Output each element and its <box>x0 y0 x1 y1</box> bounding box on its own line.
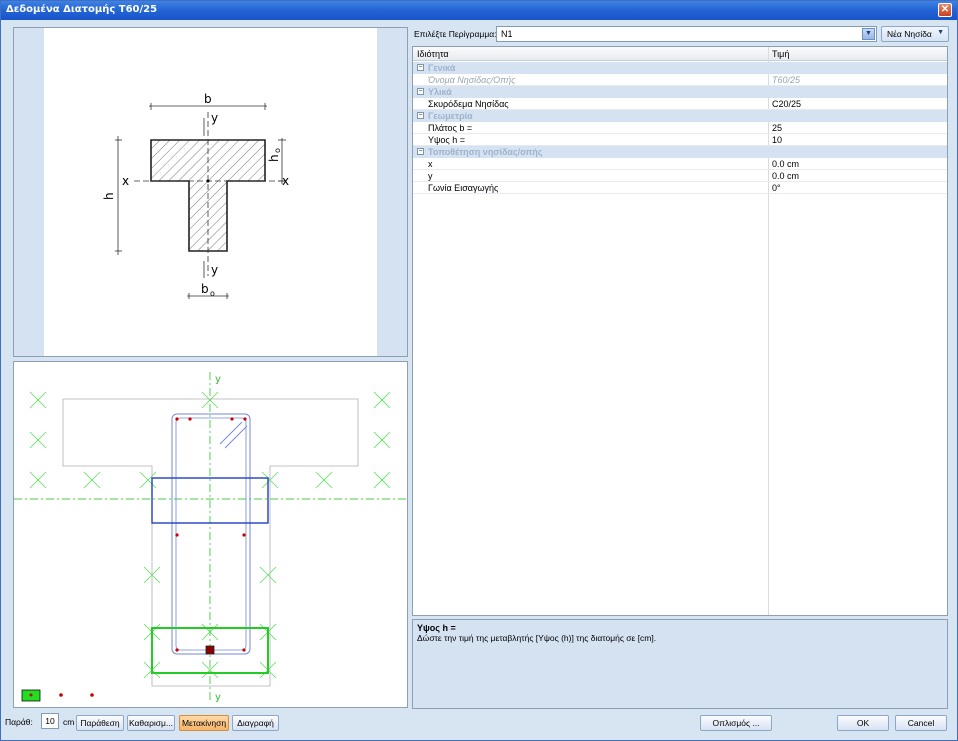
y-bottom-label: y <box>215 692 221 703</box>
clear-button[interactable]: Καθαρισμ... <box>127 715 175 731</box>
bottom-toolbar: Παράθ: 10 cm Παράθεση Καθαρισμ... Μετακί… <box>1 712 957 740</box>
col-header-value: Τιμή <box>772 49 790 59</box>
close-button[interactable]: ✕ <box>938 3 952 17</box>
step-label: Παράθ: <box>5 717 33 727</box>
stirrup-inner <box>175 417 247 651</box>
delete-button[interactable]: Διαγραφή <box>232 715 279 731</box>
selected-rebar[interactable] <box>205 645 215 655</box>
new-island-button[interactable]: Νέα Νησίδα ▼ <box>881 26 949 42</box>
stirrup-outer <box>171 413 251 655</box>
t-section-drawing: b y y x x h h o b o <box>102 92 289 299</box>
place-button[interactable]: Παράθεση <box>76 715 124 731</box>
collapse-icon[interactable]: − <box>417 88 424 95</box>
x-left-label: x <box>122 174 129 188</box>
outline-select-label: Επιλέξτε Περίγραμμα: <box>414 29 497 39</box>
legend-bar-dot <box>90 693 94 697</box>
category-materials[interactable]: − Υλικά <box>413 86 947 98</box>
section-schematic-panel: b y y x x h h o b o <box>13 27 408 357</box>
chevron-down-icon: ▼ <box>937 29 944 36</box>
reinforcement-canvas[interactable]: y y <box>13 361 408 708</box>
bo-label: b <box>201 282 209 296</box>
close-icon: ✕ <box>940 4 950 15</box>
bo-subscript: o <box>210 289 215 298</box>
outline-select-value: N1 <box>501 29 513 39</box>
property-row-island-name[interactable]: Όνομα Νησίδας/Οπής T60/25 <box>413 74 947 86</box>
section-data-window: Δεδομένα Διατομής T60/25 ✕ b y y x x h h… <box>0 0 958 741</box>
reinforcement-drawing[interactable]: y y <box>14 362 407 707</box>
y-top-label: y <box>215 374 221 385</box>
property-row-concrete[interactable]: Σκυρόδεμα Νησίδας C20/25 <box>413 98 947 110</box>
category-general[interactable]: − Γενικά <box>413 62 947 74</box>
outline-select[interactable]: N1 ▼ <box>496 26 877 42</box>
window-title: Δεδομένα Διατομής T60/25 <box>6 4 158 15</box>
property-row-y[interactable]: y 0.0 cm <box>413 170 947 182</box>
ho-label: h <box>267 154 281 162</box>
section-outline <box>62 398 359 687</box>
title-bar: Δεδομένα Διατομής T60/25 ✕ <box>1 1 957 20</box>
chevron-down-icon[interactable]: ▼ <box>862 28 875 40</box>
grid-header: Ιδιότητα Τιμή <box>413 47 947 61</box>
collapse-icon[interactable]: − <box>417 148 424 155</box>
collapse-icon[interactable]: − <box>417 64 424 71</box>
new-island-label: Νέα Νησίδα <box>887 29 932 39</box>
y-top-label: y <box>211 111 218 125</box>
property-row-x[interactable]: x 0.0 cm <box>413 158 947 170</box>
cancel-button[interactable]: Cancel <box>895 715 947 731</box>
help-title: Υψος h = <box>417 623 456 633</box>
rebar-points <box>175 417 247 652</box>
category-geometry[interactable]: − Γεωμετρία <box>413 110 947 122</box>
help-text: Δώστε την τιμή της μεταβλητής [Υψος (h)]… <box>417 633 657 643</box>
property-row-width[interactable]: Πλάτος b = 25 <box>413 122 947 134</box>
legend-bar-dot <box>59 693 63 697</box>
property-row-angle[interactable]: Γωνία Εισαγωγής 0° <box>413 182 947 194</box>
reinforcement-button[interactable]: Οπλισμός ... <box>700 715 772 731</box>
step-unit: cm <box>63 717 75 727</box>
stirrup-hook <box>219 421 248 449</box>
h-label: h <box>102 192 116 200</box>
category-placement[interactable]: − Τοποθέτηση νησίδας/οπής <box>413 146 947 158</box>
y-bottom-label: y <box>211 263 218 277</box>
col-header-property: Ιδιότητα <box>417 49 449 59</box>
ho-subscript: o <box>273 148 282 153</box>
step-input[interactable]: 10 <box>41 713 59 729</box>
section-schematic-canvas: b y y x x h h o b o <box>44 28 377 356</box>
collapse-icon[interactable]: − <box>417 112 424 119</box>
ok-button[interactable]: OK <box>837 715 889 731</box>
x-right-label: x <box>282 174 289 188</box>
b-label: b <box>204 92 212 106</box>
property-row-height[interactable]: Υψος h = 10 <box>413 134 947 146</box>
property-grid[interactable]: Ιδιότητα Τιμή − Γενικά Όνομα Νησίδας/Οπή… <box>412 46 948 616</box>
help-panel: Υψος h = Δώστε την τιμή της μεταβλητής [… <box>412 619 948 709</box>
move-button[interactable]: Μετακίνηση <box>179 715 229 731</box>
